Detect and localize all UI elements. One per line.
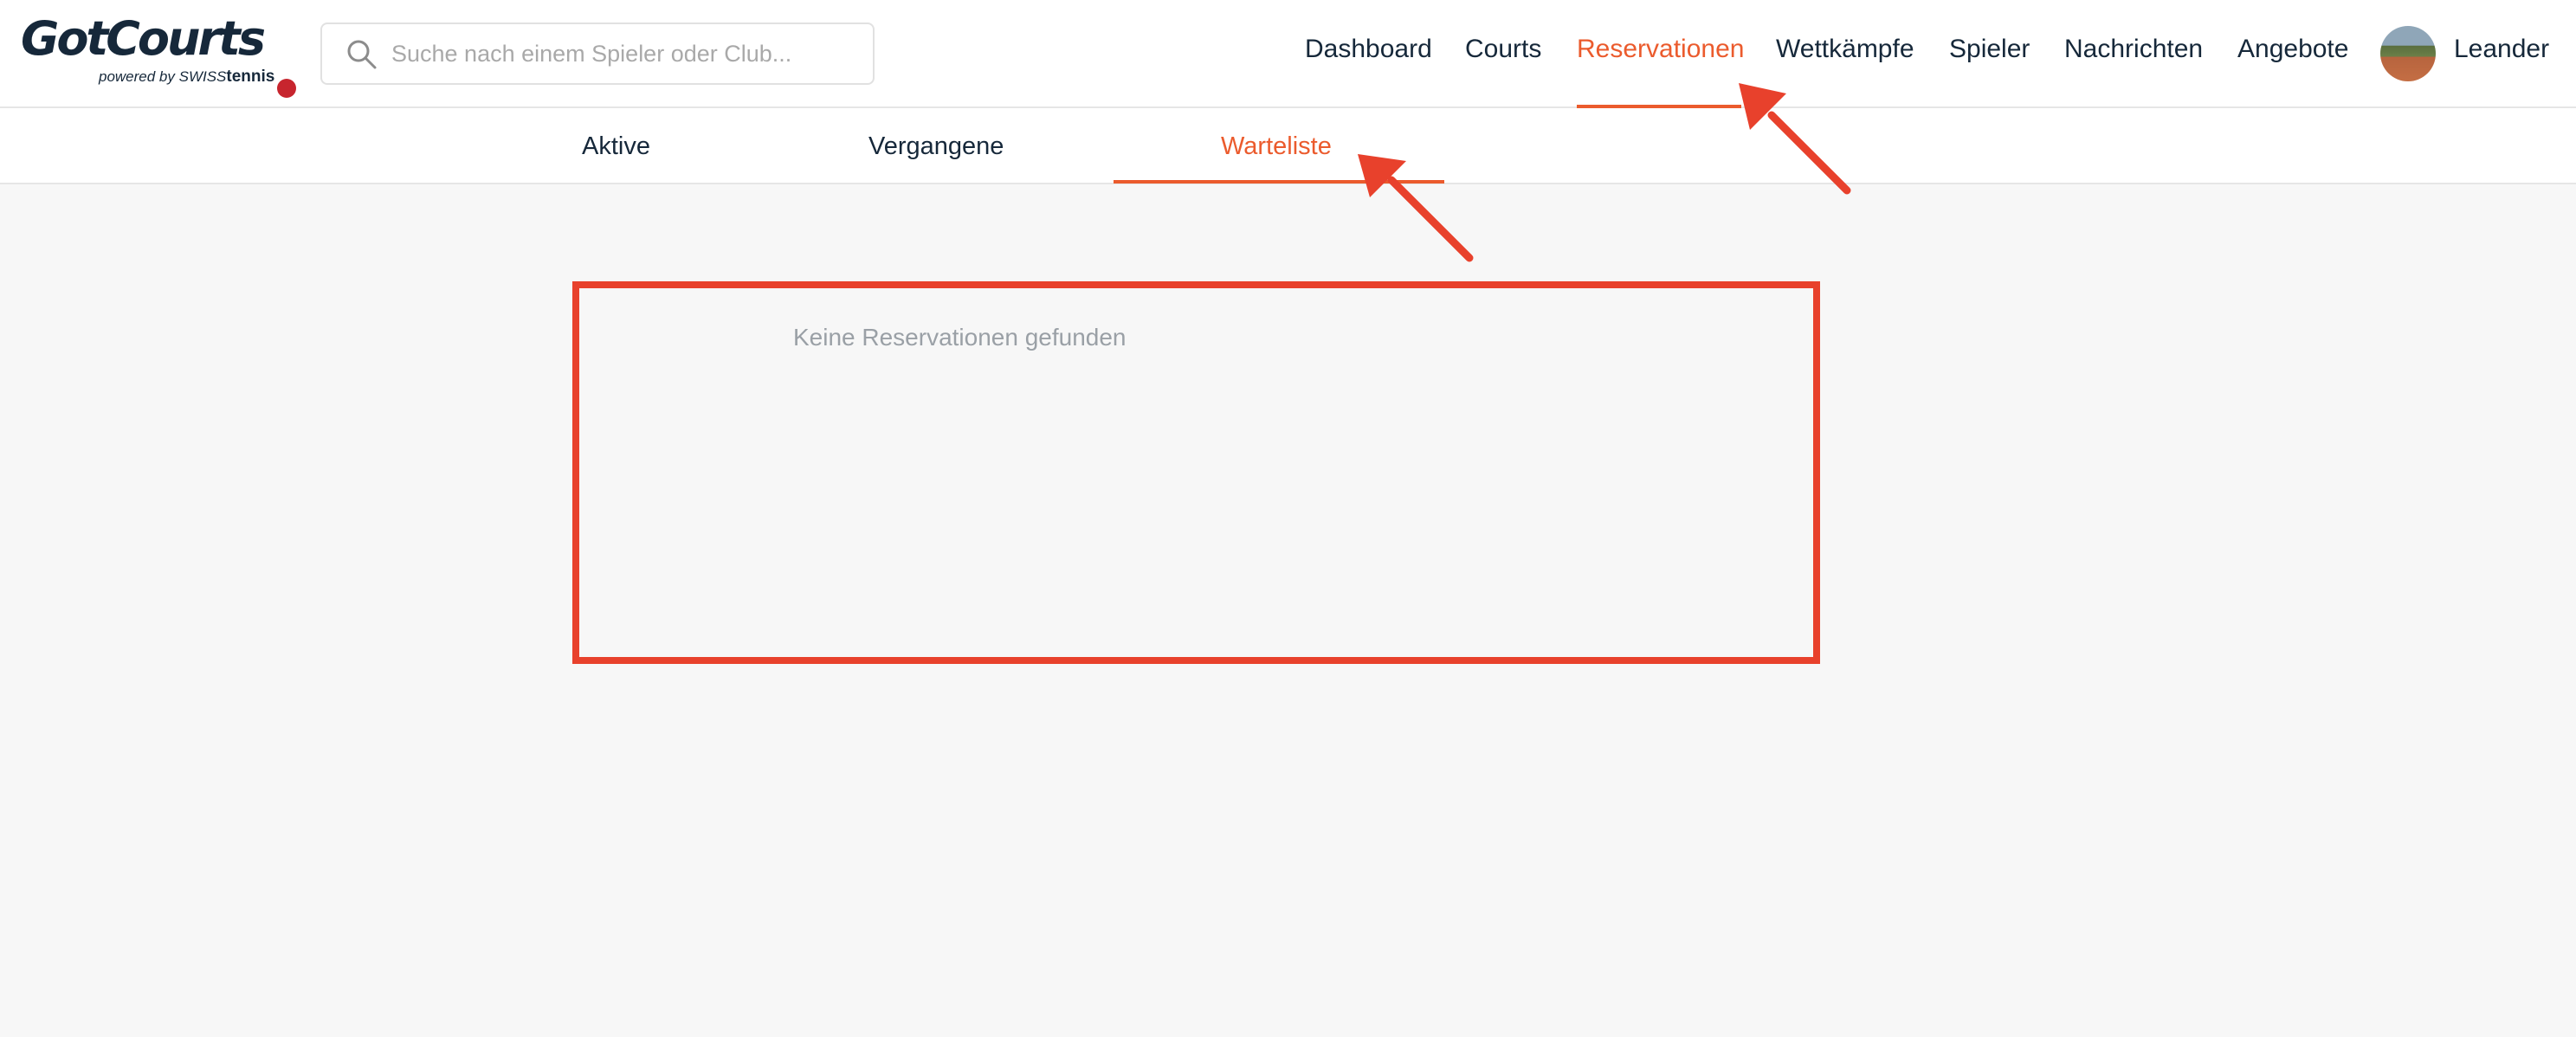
- empty-state-message: Keine Reservationen gefunden: [793, 324, 1127, 351]
- subtab-active-indicator: [1114, 180, 1444, 184]
- nav-dashboard[interactable]: Dashboard: [1305, 35, 1432, 64]
- nav-nachrichten[interactable]: Nachrichten: [2064, 35, 2203, 64]
- top-header: GotCourts powered by SWISStennis Dashboa…: [0, 0, 2576, 108]
- logo-text: GotCourts: [21, 11, 266, 66]
- empty-state-highlight: [572, 281, 1820, 664]
- gotcourts-logo[interactable]: GotCourts powered by SWISStennis: [21, 11, 296, 98]
- nav-wettkaempfe[interactable]: Wettkämpfe: [1776, 35, 1914, 64]
- logo-sub-brand: tennis: [226, 68, 275, 86]
- logo-sub-prefix: powered by SWISS: [99, 68, 227, 85]
- search-box[interactable]: [320, 23, 875, 85]
- reservation-subtabs: Aktive Vergangene Warteliste: [0, 108, 2576, 184]
- tab-aktive[interactable]: Aktive: [582, 132, 650, 161]
- nav-angebote[interactable]: Angebote: [2237, 35, 2348, 64]
- user-name[interactable]: Leander: [2454, 35, 2549, 64]
- user-avatar[interactable]: [2380, 26, 2436, 81]
- search-input[interactable]: [390, 33, 857, 74]
- tab-vergangene[interactable]: Vergangene: [868, 132, 1004, 161]
- search-icon: [347, 40, 377, 69]
- tab-warteliste[interactable]: Warteliste: [1221, 132, 1332, 161]
- logo-subtitle: powered by SWISStennis: [99, 68, 274, 87]
- nav-reservationen[interactable]: Reservationen: [1577, 35, 1744, 64]
- tennis-ball-icon: [277, 79, 296, 98]
- nav-spieler[interactable]: Spieler: [1949, 35, 2030, 64]
- nav-courts[interactable]: Courts: [1465, 35, 1541, 64]
